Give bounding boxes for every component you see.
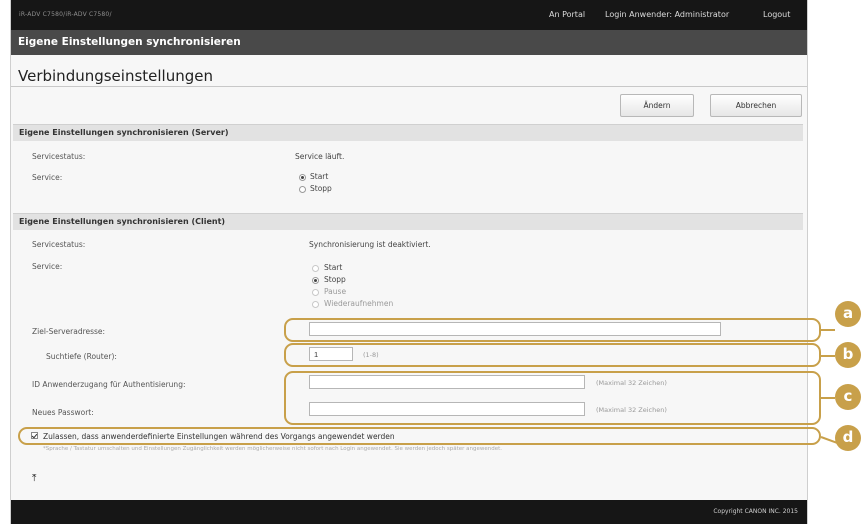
copyright-text: Copyright CANON INC. 2015 [713,508,798,515]
server-status-label: Servicestatus: [32,152,86,161]
client-pause-radio[interactable] [312,289,319,296]
settings-note: *Sprache / Tastatur umschalten und Einst… [43,446,503,452]
callout-badge-a: a [835,301,861,327]
server-service-label: Service: [32,173,63,182]
client-status-label: Servicestatus: [32,240,86,249]
callout-box-c [284,371,821,425]
logout-link[interactable]: Logout [763,10,790,19]
callout-box-d [18,427,821,445]
server-section-title: Eigene Einstellungen synchronisieren (Se… [19,128,229,137]
login-user-text: Login Anwender: Administrator [605,10,730,19]
apply-button[interactable]: Ändern [620,94,694,117]
client-pause-label[interactable]: Pause [324,287,346,296]
window-title-bar: Eigene Einstellungen synchronisieren [11,30,807,55]
divider [11,86,807,87]
user-id-label: ID Anwenderzugang für Authentisierung: [32,380,186,389]
callout-box-a [284,318,821,342]
password-label: Neues Passwort: [32,408,94,417]
client-start-label[interactable]: Start [324,263,342,272]
client-resume-label[interactable]: Wiederaufnehmen [324,299,393,308]
server-stop-label[interactable]: Stopp [310,184,332,193]
callout-box-b [284,343,821,367]
client-stop-radio[interactable] [312,277,319,284]
callout-badge-c: c [835,384,861,410]
client-section-header: Eigene Einstellungen synchronisieren (Cl… [13,213,803,230]
server-address-label: Ziel-Serveradresse: [32,327,106,336]
callout-leader-a [821,329,835,331]
client-start-radio[interactable] [312,265,319,272]
search-depth-label: Suchtiefe (Router): [46,352,117,361]
client-status-value: Synchronisierung ist deaktiviert. [309,240,431,249]
client-resume-radio[interactable] [312,301,319,308]
server-section-header: Eigene Einstellungen synchronisieren (Se… [13,124,803,141]
window-title: Eigene Einstellungen synchronisieren [18,36,241,48]
footer-bar: Copyright CANON INC. 2015 [11,500,807,524]
page-title: Verbindungseinstellungen [18,67,213,85]
portal-link[interactable]: An Portal [549,10,585,19]
callout-leader-b [821,355,835,357]
callout-badge-d: d [835,425,861,451]
client-stop-label[interactable]: Stopp [324,275,346,284]
device-name: iR-ADV C7580/iR-ADV C7580/ [19,11,112,18]
server-start-radio[interactable] [299,174,306,181]
server-stop-radio[interactable] [299,186,306,193]
callout-leader-c [821,397,835,399]
cancel-button[interactable]: Abbrechen [710,94,802,117]
server-status-value: Service läuft. [295,152,345,161]
scroll-to-top-icon[interactable]: ⤒ [32,473,36,484]
client-section-title: Eigene Einstellungen synchronisieren (Cl… [19,217,226,226]
callout-badge-b: b [835,342,861,368]
server-start-label[interactable]: Start [310,172,328,181]
client-service-label: Service: [32,262,63,271]
browser-page: iR-ADV C7580/iR-ADV C7580/ An Portal Log… [10,0,808,524]
top-bar: iR-ADV C7580/iR-ADV C7580/ An Portal Log… [11,0,807,30]
